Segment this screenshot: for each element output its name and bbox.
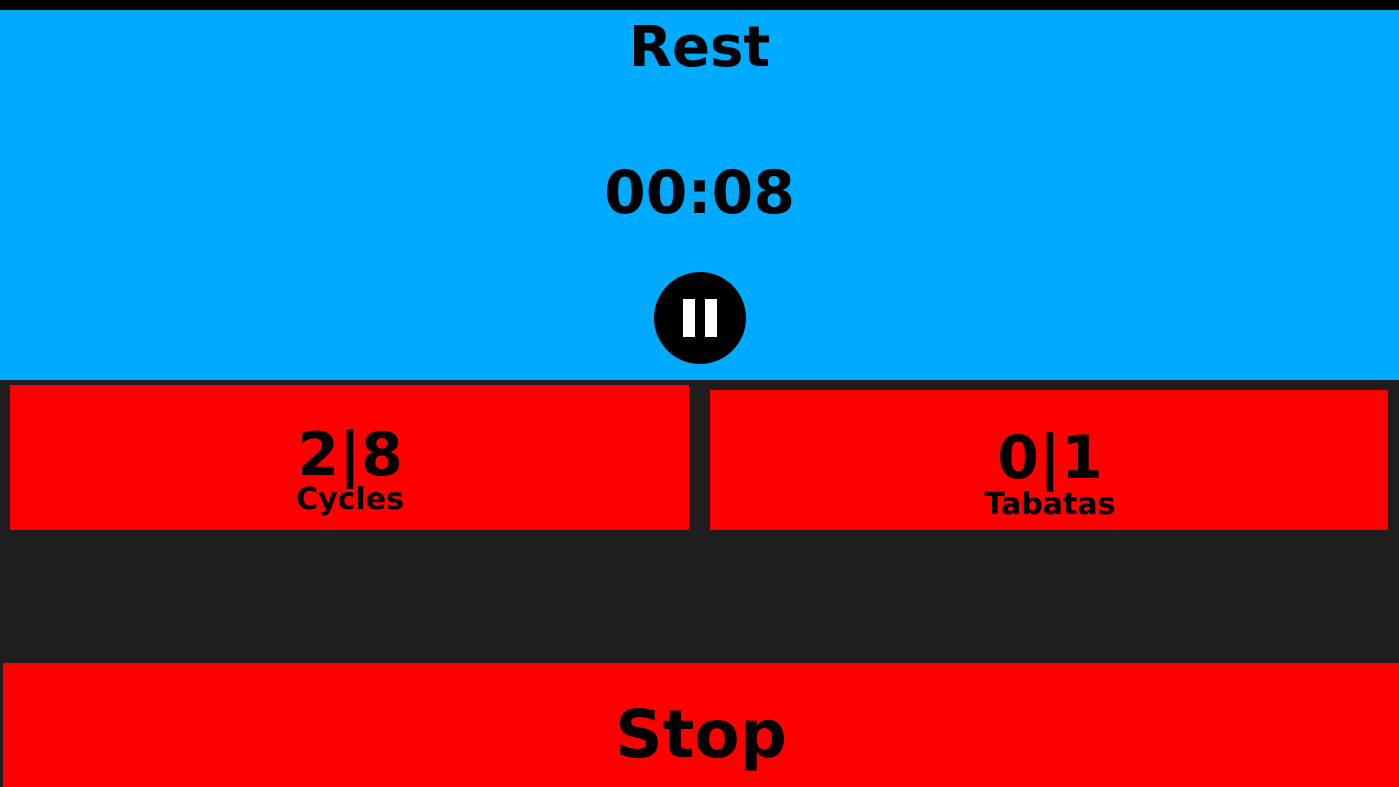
pause-button[interactable] bbox=[654, 272, 746, 364]
tabatas-value: 0|1 bbox=[997, 423, 1103, 493]
phase-label: Rest bbox=[628, 15, 771, 80]
countdown-display: 00:08 bbox=[604, 158, 795, 228]
timer-panel: Rest 00:08 bbox=[0, 10, 1399, 380]
tabata-timer-screen: Rest 00:08 2|8 Cycles 0|1 Tabatas Stop bbox=[0, 0, 1399, 787]
top-border bbox=[0, 0, 1399, 10]
stop-button[interactable]: Stop bbox=[3, 663, 1399, 787]
pause-icon-bar-left bbox=[683, 299, 695, 337]
cycles-label: Cycles bbox=[296, 482, 404, 517]
tabatas-counter: 0|1 Tabatas bbox=[710, 390, 1388, 530]
cycles-value: 2|8 bbox=[297, 420, 403, 490]
pause-icon-bar-right bbox=[705, 299, 717, 337]
tabatas-label: Tabatas bbox=[984, 487, 1116, 522]
cycles-counter: 2|8 Cycles bbox=[10, 385, 689, 530]
